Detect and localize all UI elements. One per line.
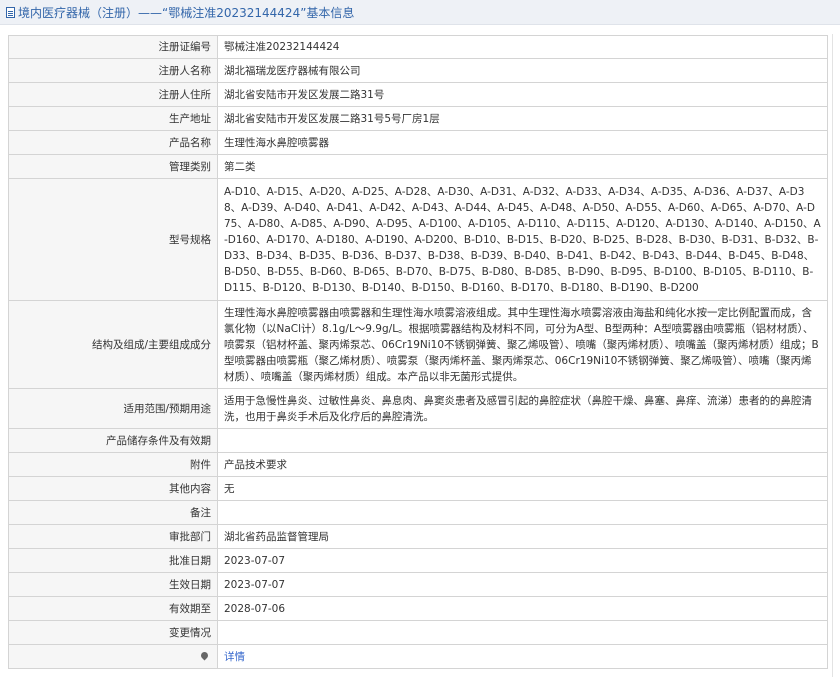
row-label: 审批部门 (8, 524, 218, 549)
table-row: 详情 (8, 644, 828, 669)
other-value: 无 (217, 476, 828, 501)
category-value: 第二类 (217, 154, 828, 179)
row-label: 注册人住所 (8, 82, 218, 107)
approval-date-value: 2023-07-07 (217, 548, 828, 573)
row-label: 批准日期 (8, 548, 218, 573)
table-row: 管理类别 第二类 (8, 154, 828, 179)
table-row: 批准日期 2023-07-07 (8, 548, 828, 573)
document-icon (6, 6, 15, 18)
expiry-date-value: 2028-07-06 (217, 596, 828, 621)
row-label: 管理类别 (8, 154, 218, 179)
scope-value: 适用于急慢性鼻炎、过敏性鼻炎、鼻息肉、鼻窦炎患者及感冒引起的鼻腔症状（鼻腔干燥、… (217, 388, 828, 429)
approval-dept-value: 湖北省药品监督管理局 (217, 524, 828, 549)
row-label: 附件 (8, 452, 218, 477)
table-row: 有效期至 2028-07-06 (8, 596, 828, 621)
row-label: 生效日期 (8, 572, 218, 597)
table-row: 附件 产品技术要求 (8, 452, 828, 477)
row-label: 注册人名称 (8, 58, 218, 83)
storage-value (217, 428, 828, 453)
table-row: 产品名称 生理性海水鼻腔喷雾器 (8, 130, 828, 155)
structure-value: 生理性海水鼻腔喷雾器由喷雾器和生理性海水喷雾溶液组成。其中生理性海水喷雾溶液由海… (217, 300, 828, 389)
detail-cell: 详情 (217, 644, 828, 669)
table-row: 审批部门 湖北省药品监督管理局 (8, 524, 828, 549)
table-row: 注册人住所 湖北省安陆市开发区发展二路31号 (8, 82, 828, 107)
row-label: 结构及组成/主要组成成分 (8, 300, 218, 389)
detail-link[interactable]: 详情 (224, 651, 245, 663)
registrant-value: 湖北福瑞龙医疗器械有限公司 (217, 58, 828, 83)
registrant-address-value: 湖北省安陆市开发区发展二路31号 (217, 82, 828, 107)
row-label: 有效期至 (8, 596, 218, 621)
row-label: 注册证编号 (8, 35, 218, 59)
table-row: 注册证编号 鄂械注准20232144424 (8, 35, 828, 59)
scrollbar-track[interactable] (832, 34, 833, 677)
table-row: 适用范围/预期用途 适用于急慢性鼻炎、过敏性鼻炎、鼻息肉、鼻窦炎患者及感冒引起的… (8, 388, 828, 429)
table-row: 产品储存条件及有效期 (8, 428, 828, 453)
change-value (217, 620, 828, 645)
page-header: 境内医疗器械（注册）——“鄂械注准20232144424”基本信息 (0, 0, 840, 25)
row-label: 变更情况 (8, 620, 218, 645)
registration-detail-table: 注册证编号 鄂械注准20232144424 注册人名称 湖北福瑞龙医疗器械有限公… (8, 35, 828, 669)
table-row: 备注 (8, 500, 828, 525)
table-row: 变更情况 (8, 620, 828, 645)
table-row: 型号规格 A-D10、A-D15、A-D20、A-D25、A-D28、A-D30… (8, 178, 828, 301)
reg-no-value: 鄂械注准20232144424 (217, 35, 828, 59)
location-pin-icon (199, 650, 210, 661)
product-name-value: 生理性海水鼻腔喷雾器 (217, 130, 828, 155)
table-row: 生产地址 湖北省安陆市开发区发展二路31号5号厂房1层 (8, 106, 828, 131)
row-label: 其他内容 (8, 476, 218, 501)
row-label: 产品名称 (8, 130, 218, 155)
row-label: 型号规格 (8, 178, 218, 301)
attachment-value: 产品技术要求 (217, 452, 828, 477)
production-address-value: 湖北省安陆市开发区发展二路31号5号厂房1层 (217, 106, 828, 131)
page-title: 境内医疗器械（注册）——“鄂械注准20232144424”基本信息 (18, 5, 355, 20)
table-row: 注册人名称 湖北福瑞龙医疗器械有限公司 (8, 58, 828, 83)
table-row: 结构及组成/主要组成成分 生理性海水鼻腔喷雾器由喷雾器和生理性海水喷雾溶液组成。… (8, 300, 828, 389)
effective-date-value: 2023-07-07 (217, 572, 828, 597)
table-row: 生效日期 2023-07-07 (8, 572, 828, 597)
models-value: A-D10、A-D15、A-D20、A-D25、A-D28、A-D30、A-D3… (217, 178, 828, 301)
location-label-cell (8, 644, 218, 669)
remark-value (217, 500, 828, 525)
row-label: 备注 (8, 500, 218, 525)
row-label: 生产地址 (8, 106, 218, 131)
row-label: 适用范围/预期用途 (8, 388, 218, 429)
row-label: 产品储存条件及有效期 (8, 428, 218, 453)
table-row: 其他内容 无 (8, 476, 828, 501)
